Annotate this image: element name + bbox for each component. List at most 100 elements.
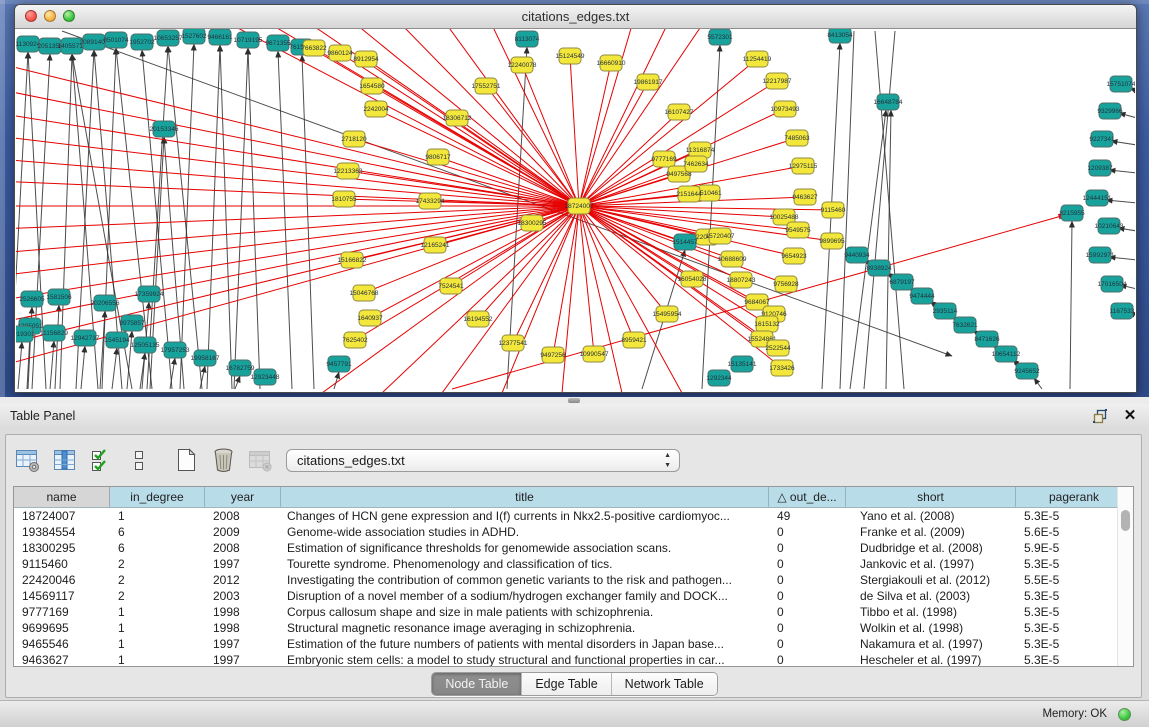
cell-pagerank[interactable]: 5.9E-5 bbox=[1016, 540, 1133, 556]
cell-in_degree[interactable]: 2 bbox=[110, 588, 205, 604]
graph-node[interactable]: 9474444 bbox=[909, 288, 935, 304]
graph-node[interactable]: 10973493 bbox=[771, 101, 800, 117]
table-selector-dropdown[interactable]: citations_edges.txt ▲▼ bbox=[286, 449, 680, 472]
graph-node[interactable]: 15124549 bbox=[556, 48, 585, 64]
graph-node[interactable]: 8113074 bbox=[515, 31, 540, 47]
cell-name[interactable]: 9115460 bbox=[14, 556, 110, 572]
graph-node[interactable]: 16194552 bbox=[464, 311, 493, 327]
table-row[interactable]: 911546021997Tourette syndrome. Phenomeno… bbox=[14, 556, 1133, 572]
graph-node[interactable]: 17016504 bbox=[1098, 276, 1127, 292]
column-header-name[interactable]: name bbox=[14, 487, 110, 507]
cell-short[interactable]: Yano et al. (2008) bbox=[846, 508, 1016, 524]
graph-node[interactable]: 7524541 bbox=[438, 278, 464, 294]
graph-node[interactable]: 6879197 bbox=[889, 274, 915, 290]
cell-pagerank[interactable]: 5.3E-5 bbox=[1016, 620, 1133, 636]
graph-node[interactable]: 18306712 bbox=[443, 110, 472, 126]
graph-node[interactable]: 16054028 bbox=[678, 271, 707, 287]
graph-node[interactable]: 9463627 bbox=[792, 189, 818, 205]
cell-title[interactable]: Disruption of a novel member of a sodium… bbox=[281, 588, 769, 604]
column-header-title[interactable]: title bbox=[281, 487, 769, 507]
cell-out_degree[interactable]: 0 bbox=[769, 524, 846, 540]
graph-node[interactable]: 2718120 bbox=[341, 131, 367, 147]
graph-node[interactable]: 17957253 bbox=[161, 342, 190, 358]
cell-short[interactable]: Stergiakouli et al. (2012) bbox=[846, 572, 1016, 588]
graph-node[interactable]: 1209387 bbox=[1087, 160, 1113, 176]
graph-node[interactable]: 9245652 bbox=[1014, 363, 1040, 379]
cell-short[interactable]: Tibbo et al. (1998) bbox=[846, 604, 1016, 620]
cell-pagerank[interactable]: 5.5E-5 bbox=[1016, 572, 1133, 588]
graph-node[interactable]: 15751074 bbox=[1107, 76, 1135, 92]
table-row[interactable]: 977716911998Corpus callosum shape and si… bbox=[14, 604, 1133, 620]
cell-pagerank[interactable]: 5.3E-5 bbox=[1016, 636, 1133, 652]
graph-node[interactable]: 9806717 bbox=[425, 149, 451, 165]
cell-in_degree[interactable]: 6 bbox=[110, 524, 205, 540]
graph-node[interactable]: 10210643 bbox=[1095, 218, 1124, 234]
graph-node[interactable]: 1545194 bbox=[104, 332, 130, 348]
cell-out_degree[interactable]: 0 bbox=[769, 620, 846, 636]
graph-node[interactable]: 16660910 bbox=[597, 55, 626, 71]
graph-node[interactable]: 17552751 bbox=[472, 78, 501, 94]
cell-year[interactable]: 2008 bbox=[205, 540, 281, 556]
cell-year[interactable]: 2012 bbox=[205, 572, 281, 588]
column-header-in_degree[interactable]: in_degree bbox=[110, 487, 205, 507]
graph-node[interactable]: 7485063 bbox=[784, 130, 810, 146]
column-header-pagerank[interactable]: pagerank bbox=[1016, 487, 1133, 507]
graph-node[interactable]: 9329966 bbox=[1097, 103, 1123, 119]
graph-node[interactable]: 9457791 bbox=[326, 356, 352, 372]
graph-node[interactable]: 2935114 bbox=[933, 303, 958, 319]
tab-edge-table[interactable]: Edge Table bbox=[522, 673, 611, 695]
graph-node[interactable]: 18724007 bbox=[565, 198, 594, 214]
graph-node[interactable]: 3919301 bbox=[16, 326, 35, 342]
cell-name[interactable]: 19384554 bbox=[14, 524, 110, 540]
splitter-handle[interactable] bbox=[568, 398, 580, 403]
graph-node[interactable]: 9115460 bbox=[821, 202, 846, 218]
column-header-short[interactable]: short bbox=[846, 487, 1016, 507]
graph-node[interactable]: 9860124 bbox=[327, 45, 353, 61]
graph-node[interactable]: 15135141 bbox=[728, 356, 757, 372]
graph-node[interactable]: 2242004 bbox=[363, 101, 389, 117]
zoom-window-icon[interactable] bbox=[63, 10, 75, 22]
minimize-window-icon[interactable] bbox=[44, 10, 56, 22]
graph-node[interactable]: 15720407 bbox=[706, 228, 735, 244]
cell-name[interactable]: 14569117 bbox=[14, 588, 110, 604]
graph-node[interactable]: 17359924 bbox=[135, 286, 164, 302]
cell-title[interactable]: Changes of HCN gene expression and I(f) … bbox=[281, 508, 769, 524]
cell-year[interactable]: 1997 bbox=[205, 556, 281, 572]
cell-out_degree[interactable]: 0 bbox=[769, 652, 846, 667]
cell-name[interactable]: 9777169 bbox=[14, 604, 110, 620]
graph-node[interactable]: 9497256 bbox=[540, 347, 566, 363]
column-header-year[interactable]: year bbox=[205, 487, 281, 507]
graph-node[interactable]: 1640937 bbox=[357, 310, 383, 326]
graph-node[interactable]: 12213363 bbox=[334, 163, 363, 179]
cell-name[interactable]: 9699695 bbox=[14, 620, 110, 636]
graph-node[interactable]: 8471626 bbox=[974, 331, 1000, 347]
cell-pagerank[interactable]: 5.3E-5 bbox=[1016, 508, 1133, 524]
table-row[interactable]: 946554611997Estimation of the future num… bbox=[14, 636, 1133, 652]
cell-pagerank[interactable]: 5.3E-5 bbox=[1016, 556, 1133, 572]
table-row[interactable]: 1938455462009Genome-wide association stu… bbox=[14, 524, 1133, 540]
graph-node[interactable]: 1527602 bbox=[181, 29, 207, 44]
graph-node[interactable]: 12942737 bbox=[71, 330, 100, 346]
cell-year[interactable]: 1998 bbox=[205, 604, 281, 620]
cell-title[interactable]: Tourette syndrome. Phenomenology and cla… bbox=[281, 556, 769, 572]
float-window-icon[interactable] bbox=[1091, 407, 1109, 425]
cell-short[interactable]: Wolkin et al. (1998) bbox=[846, 620, 1016, 636]
graph-node[interactable]: 11254419 bbox=[743, 51, 772, 67]
graph-node[interactable]: 10688609 bbox=[718, 251, 747, 267]
graph-node[interactable]: 16107427 bbox=[665, 104, 694, 120]
cell-short[interactable]: Jankovic et al. (1997) bbox=[846, 556, 1016, 572]
graph-node[interactable]: 12923448 bbox=[251, 369, 280, 385]
cell-title[interactable]: Estimation of significance thresholds fo… bbox=[281, 540, 769, 556]
table-row[interactable]: 1830029562008Estimation of significance … bbox=[14, 540, 1133, 556]
graph-node[interactable]: 9466161 bbox=[207, 29, 233, 45]
graph-node[interactable]: 18807243 bbox=[727, 272, 756, 288]
toggle-rows-icon[interactable] bbox=[125, 446, 153, 474]
table-row[interactable]: 1872400712008Changes of HCN gene express… bbox=[14, 508, 1133, 524]
graph-node[interactable]: 1810755 bbox=[331, 191, 357, 207]
cell-in_degree[interactable]: 6 bbox=[110, 540, 205, 556]
graph-node[interactable]: 12165241 bbox=[421, 237, 450, 253]
cell-name[interactable]: 18724007 bbox=[14, 508, 110, 524]
cell-name[interactable]: 22420046 bbox=[14, 572, 110, 588]
graph-node[interactable]: 10990547 bbox=[580, 346, 609, 362]
cell-in_degree[interactable]: 2 bbox=[110, 572, 205, 588]
